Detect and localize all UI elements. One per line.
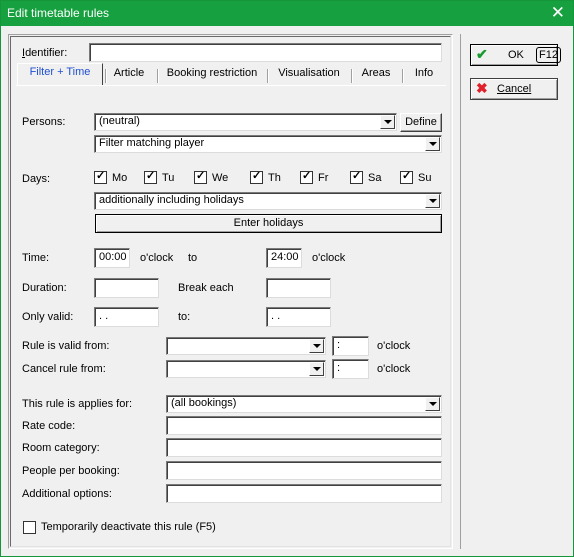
duration-input[interactable] [94, 278, 159, 298]
identifier-label: Identifier: [22, 47, 68, 59]
persons-filter-select[interactable]: Filter matching player [94, 135, 442, 153]
ok-label: OK [508, 49, 524, 61]
title-bar[interactable]: Edit timetable rules ✕ [1, 1, 573, 26]
tab-booking-restriction[interactable]: Booking restriction [160, 65, 264, 83]
deactivate-label: Temporarily deactivate this rule (F5) [41, 521, 216, 533]
break-each-label: Break each [178, 282, 234, 294]
ok-shortcut-badge: F12 [536, 47, 561, 63]
day-checkbox-mo[interactable]: ✓ [94, 170, 107, 184]
ok-button[interactable]: ✔ OK F12 [470, 44, 561, 66]
check-icon: ✓ [402, 170, 412, 182]
day-checkbox-sa[interactable]: ✓ [350, 170, 363, 184]
enter-holidays-button[interactable]: Enter holidays [95, 214, 442, 233]
day-checkbox-tu[interactable]: ✓ [144, 170, 157, 184]
edit-timetable-rules-window: Edit timetable rules ✕ Identifier: Filte… [0, 0, 574, 557]
chevron-down-icon[interactable] [425, 137, 440, 151]
identifier-input[interactable] [89, 43, 442, 62]
day-label-we: We [212, 172, 229, 184]
tab-article[interactable]: Article [108, 65, 150, 83]
close-icon[interactable]: ✕ [551, 3, 565, 23]
people-per-booking-label: People per booking: [22, 465, 120, 477]
cancel-rule-from-unit: o'clock [377, 363, 411, 375]
people-per-booking-input[interactable] [166, 461, 442, 480]
additional-options-input[interactable] [166, 484, 442, 503]
only-valid-to-label: to: [178, 311, 191, 323]
break-each-input[interactable] [266, 278, 331, 298]
only-valid-label: Only valid: [22, 311, 74, 323]
deactivate-checkbox[interactable] [23, 521, 36, 534]
only-valid-to-input[interactable]: . . [266, 307, 331, 327]
holiday-mode-select[interactable]: additionally including holidays [94, 192, 442, 210]
check-icon: ✓ [352, 170, 362, 182]
chevron-down-icon[interactable] [425, 194, 440, 208]
duration-label: Duration: [22, 282, 67, 294]
cancel-x-icon: ✖ [476, 80, 488, 96]
rule-valid-from-date-select[interactable] [166, 337, 326, 355]
additional-options-label: Additional options: [22, 488, 112, 500]
day-checkbox-we[interactable]: ✓ [194, 170, 207, 184]
day-label-tu: Tu [162, 172, 175, 184]
room-category-input[interactable] [166, 438, 442, 457]
check-icon: ✓ [196, 170, 206, 182]
day-checkbox-th[interactable]: ✓ [250, 170, 263, 184]
time-from-input[interactable]: 00:00 [94, 248, 130, 268]
rate-code-input[interactable] [166, 416, 442, 435]
check-icon: ✔ [476, 46, 488, 62]
days-label: Days: [22, 173, 51, 185]
check-icon: ✓ [146, 170, 156, 182]
day-checkbox-fr[interactable]: ✓ [300, 170, 313, 184]
time-to-input[interactable]: 24:00 [266, 248, 302, 268]
rule-valid-from-unit: o'clock [377, 340, 411, 352]
rule-valid-from-time-input[interactable]: : [332, 336, 369, 356]
persons-label: Persons: [22, 116, 66, 128]
time-label: Time: [22, 252, 50, 264]
tab-info[interactable]: Info [406, 65, 442, 83]
time-from-unit: o'clock [140, 252, 174, 264]
rule-valid-from-label: Rule is valid from: [22, 340, 110, 352]
chevron-down-icon[interactable] [425, 397, 440, 411]
tab-visualisation[interactable]: Visualisation [271, 65, 347, 83]
chevron-down-icon[interactable] [380, 115, 395, 129]
day-checkbox-su[interactable]: ✓ [400, 170, 413, 184]
only-valid-from-input[interactable]: . . [94, 307, 159, 327]
tab-areas[interactable]: Areas [355, 65, 397, 83]
time-to-unit: o'clock [312, 252, 346, 264]
tab-filter-time[interactable]: Filter + Time [17, 63, 103, 85]
rate-code-label: Rate code: [22, 420, 76, 432]
define-button[interactable]: Define [400, 113, 442, 132]
time-to-label: to [188, 252, 198, 264]
day-label-fr: Fr [318, 172, 329, 184]
room-category-label: Room category: [22, 442, 100, 454]
cancel-rule-from-label: Cancel rule from: [22, 363, 106, 375]
applies-for-label: This rule is applies for: [22, 398, 133, 410]
check-icon: ✓ [252, 170, 262, 182]
chevron-down-icon[interactable] [309, 339, 324, 353]
check-icon: ✓ [96, 170, 106, 182]
day-label-mo: Mo [112, 172, 128, 184]
day-label-th: Th [268, 172, 281, 184]
day-label-su: Su [418, 172, 432, 184]
cancel-button[interactable]: ✖ Cancel [470, 78, 558, 100]
cancel-label: Cancel [497, 83, 532, 95]
applies-for-select[interactable]: (all bookings) [166, 395, 442, 413]
cancel-rule-from-date-select[interactable] [166, 360, 326, 378]
chevron-down-icon[interactable] [309, 362, 324, 376]
cancel-rule-from-time-input[interactable]: : [332, 359, 369, 379]
window-title: Edit timetable rules [7, 6, 110, 20]
persons-select[interactable]: (neutral) [94, 113, 397, 131]
check-icon: ✓ [302, 170, 312, 182]
day-label-sa: Sa [368, 172, 382, 184]
